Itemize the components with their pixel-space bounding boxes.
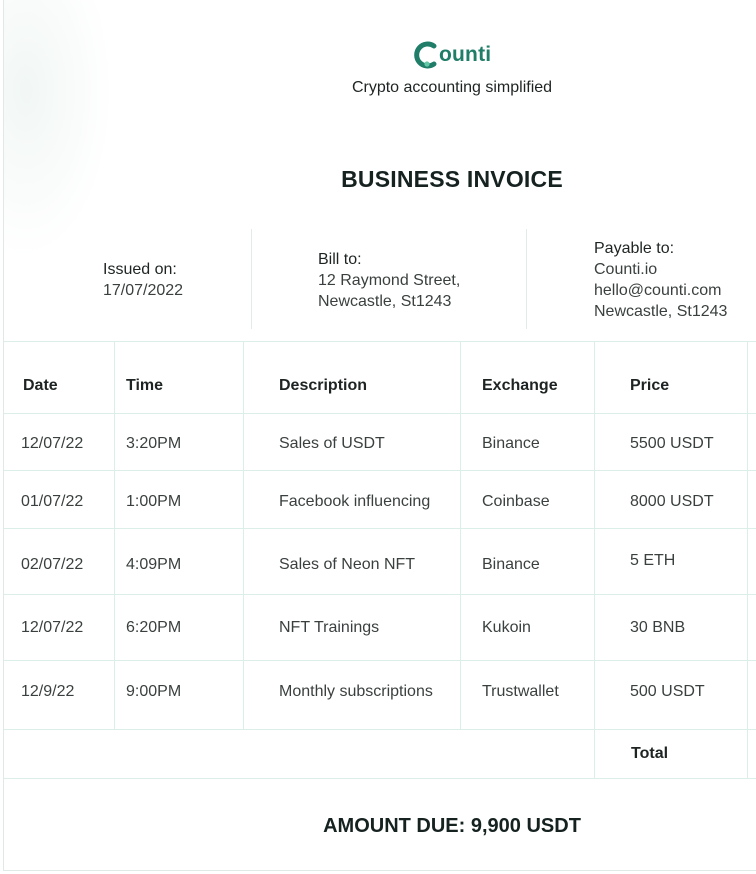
table-rule [4,660,756,661]
table-cell-description: NFT Trainings [279,619,380,636]
bill-to-line: Newcastle, St1243 [318,293,452,310]
table-rule [4,341,756,342]
table-rule [4,470,756,471]
column-header-time: Time [126,377,164,394]
table-cell-time: 3:20PM [126,435,182,452]
table-cell-price: 5500 USDT [630,435,714,452]
logo-text: ounti [439,43,492,66]
issued-on-date: 17/07/2022 [103,282,184,299]
table-rule [4,528,756,529]
table-cell-time: 1:00PM [126,493,182,510]
table-cell-price: 8000 USDT [630,493,714,510]
table-cell-exchange: Trustwallet [482,683,559,700]
table-cell-exchange: Binance [482,556,540,573]
table-cell-date: 12/07/22 [21,619,84,636]
table-rule [460,341,461,729]
column-header-exchange: Exchange [482,377,558,394]
table-cell-exchange: Kukoin [482,619,531,636]
table-cell-exchange: Coinbase [482,493,550,510]
column-header-price: Price [630,377,670,394]
payable-to-label: Payable to: [594,240,675,257]
table-cell-time: 9:00PM [126,683,182,700]
table-rule [4,729,756,730]
table-rule [747,341,748,778]
table-cell-time: 6:20PM [126,619,182,636]
table-rule [4,413,756,414]
table-rule [243,341,244,729]
bill-to-label: Bill to: [318,251,362,268]
table-cell-date: 01/07/22 [21,493,84,510]
payable-to-line: hello@counti.com [594,282,722,299]
table-cell-time: 4:09PM [126,556,182,573]
info-divider [526,229,527,329]
table-rule [594,341,595,778]
table-cell-date: 12/9/22 [21,683,75,700]
invoice-page: ounti Crypto accounting simplified BUSIN… [3,0,756,871]
table-cell-description: Monthly subscriptions [279,683,433,700]
logo-c-icon [414,41,437,69]
table-cell-description: Sales of Neon NFT [279,556,416,573]
counti-logo: ounti [412,40,494,70]
total-label: Total [631,745,669,762]
table-cell-date: 12/07/22 [21,435,84,452]
payable-to-line: Counti.io [594,261,658,278]
table-cell-description: Facebook influencing [279,493,431,510]
table-rule [114,341,115,729]
issued-on-label: Issued on: [103,261,177,278]
payable-to-block: Payable to: Counti.io hello@counti.com N… [594,238,727,322]
invoice-title: BUSINESS INVOICE [341,166,563,192]
info-divider [251,229,252,329]
column-header-date: Date [23,377,58,394]
column-header-description: Description [279,377,368,394]
transactions-table: Date Time Description Exchange Price 12/… [4,341,756,779]
amount-due: AMOUNT DUE: 9,900 USDT [323,815,581,837]
table-cell-price: 5 ETH [630,552,676,569]
table-cell-price: 30 BNB [630,619,686,636]
table-rule [4,594,756,595]
table-cell-price: 500 USDT [630,683,705,700]
payable-to-line: Newcastle, St1243 [594,303,728,320]
table-cell-exchange: Binance [482,435,540,452]
table-cell-description: Sales of USDT [279,435,385,452]
tagline: Crypto accounting simplified [351,79,553,96]
bill-to-block: Bill to: 12 Raymond Street, Newcastle, S… [318,249,460,312]
table-rule [4,778,756,779]
table-cell-date: 02/07/22 [21,556,84,573]
invoice-info-row: Issued on: 17/07/2022 Bill to: 12 Raymon… [4,229,756,331]
background-decoration [4,0,114,260]
bill-to-line: 12 Raymond Street, [318,272,461,289]
issued-on-block: Issued on: 17/07/2022 [103,259,183,301]
